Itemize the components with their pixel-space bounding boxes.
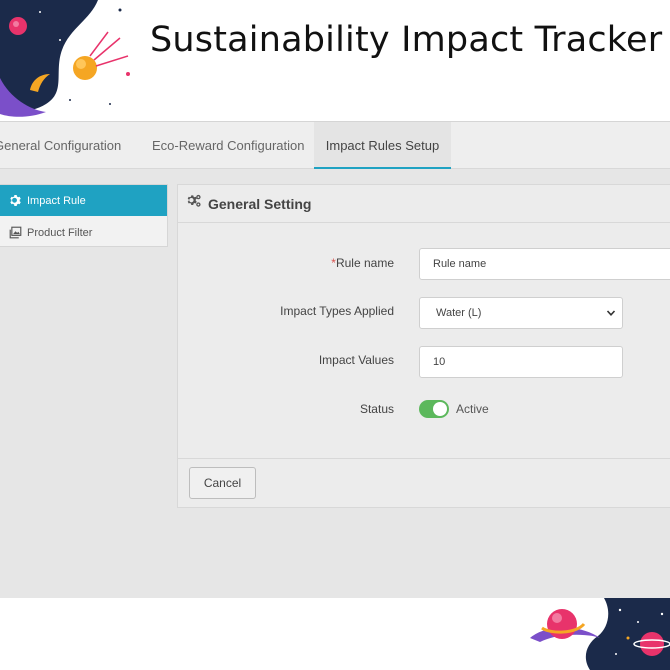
space-illustration-top <box>0 0 130 117</box>
impact-types-select[interactable]: Water (L) <box>419 297 623 329</box>
toggle-knob <box>433 402 447 416</box>
panel-footer-divider <box>178 458 670 459</box>
impact-types-label: Impact Types Applied <box>280 304 394 318</box>
status-toggle[interactable] <box>419 400 449 418</box>
impact-values-value: 10 <box>433 356 446 368</box>
status-value: Active <box>456 402 489 416</box>
rule-name-input[interactable]: Rule name <box>419 248 670 280</box>
side-menu-item-label: Product Filter <box>27 226 93 239</box>
gear-icon <box>8 194 22 208</box>
tab-general-configuration[interactable]: General Configuration <box>0 122 121 169</box>
cancel-button[interactable]: Cancel <box>189 467 256 499</box>
page-header: Sustainability Impact Tracker <box>0 0 670 120</box>
status-label: Status <box>359 402 394 416</box>
tab-impact-rules-setup[interactable]: Impact Rules Setup <box>314 122 451 169</box>
impact-types-selected-value: Water (L) <box>436 307 482 319</box>
space-illustration-bottom <box>530 598 670 670</box>
rule-name-label: *Rule name <box>331 256 394 270</box>
panel-title: General Setting <box>208 195 312 212</box>
chevron-down-icon <box>606 310 616 316</box>
gears-icon <box>186 194 202 213</box>
page-title: Sustainability Impact Tracker <box>150 20 663 60</box>
impact-values-input[interactable]: 10 <box>419 346 623 378</box>
app-window: General Configuration Eco-Reward Configu… <box>0 121 670 598</box>
general-setting-panel: General Setting *Rule name Rule name Imp… <box>177 184 670 508</box>
rule-name-placeholder: Rule name <box>433 258 487 270</box>
side-menu-item-impact-rule[interactable]: Impact Rule <box>0 185 167 216</box>
panel-header: General Setting <box>178 185 670 223</box>
impact-values-label: Impact Values <box>318 353 394 367</box>
side-menu: Impact Rule Product Filter <box>0 184 168 247</box>
side-menu-item-label: Impact Rule <box>27 194 86 207</box>
gallery-icon <box>8 226 22 240</box>
tab-eco-reward-configuration[interactable]: Eco-Reward Configuration <box>152 122 304 169</box>
side-menu-item-product-filter[interactable]: Product Filter <box>0 217 167 248</box>
tab-bar: General Configuration Eco-Reward Configu… <box>0 122 670 169</box>
